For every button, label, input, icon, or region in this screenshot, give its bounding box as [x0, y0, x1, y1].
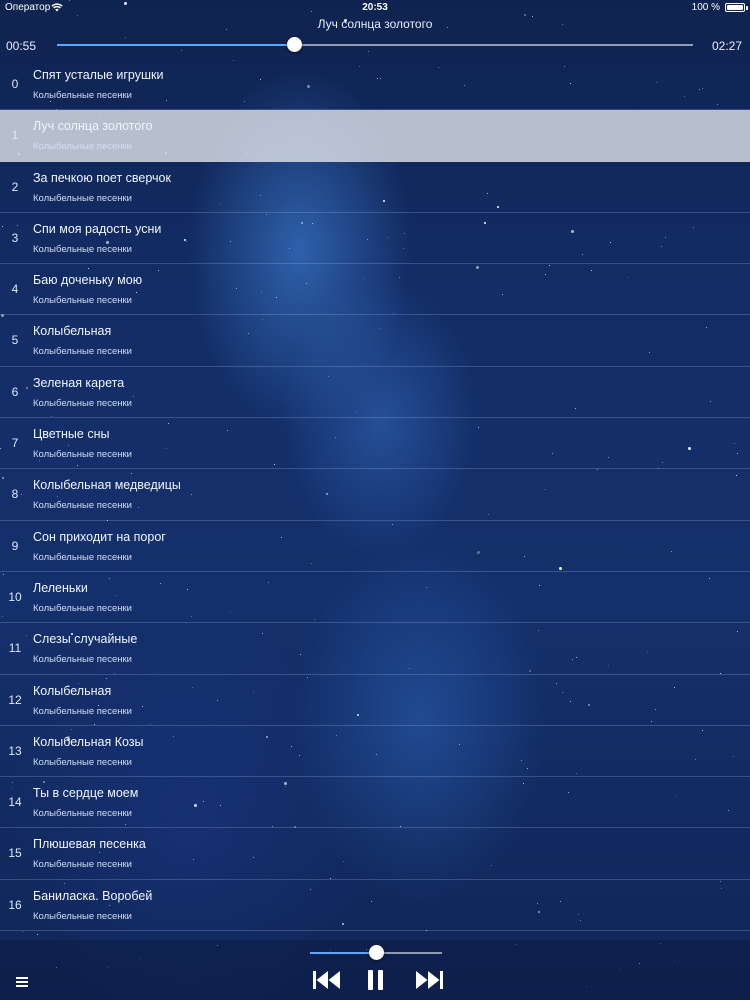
track-subtitle: Колыбельные песенки — [33, 243, 132, 255]
volume-slider[interactable] — [310, 945, 442, 960]
track-index: 14 — [8, 795, 22, 810]
track-index: 10 — [8, 589, 22, 604]
track-row[interactable]: 2 За печкою поет сверчок Колыбельные песен… — [0, 162, 750, 213]
track-subtitle: Колыбельные песенки — [33, 705, 132, 717]
track-title: Колыбельная — [33, 683, 112, 698]
track-title: Спят усталые игрушки — [33, 68, 164, 82]
volume-level — [310, 952, 376, 954]
track-subtitle: Колыбельные песенки — [33, 859, 132, 871]
track-subtitle: Колыбельные песенки — [33, 551, 132, 563]
track-subtitle: Колыбельные песенки — [33, 295, 132, 307]
track-title: Спи моя радость усни — [33, 221, 162, 236]
seek-slider[interactable] — [57, 37, 693, 52]
track-index: 4 — [11, 282, 19, 297]
track-row[interactable]: 6 Зеленая карета Колыбельные песенки — [0, 367, 750, 419]
track-index: 7 — [11, 436, 19, 451]
track-index: 9 — [11, 538, 19, 553]
battery-percent: 100 % — [691, 2, 720, 13]
track-index: 2 — [11, 179, 19, 194]
track-row[interactable]: 8 Колыбельная медведицы Колыбельные песенк… — [0, 469, 750, 521]
track-title: Цветные сны — [33, 427, 110, 442]
status-time: 20:53 — [362, 2, 388, 13]
track-title: За печкою поет сверчок — [33, 170, 171, 185]
track-row[interactable]: 13 Колыбельная Козы Колыбельные песенки — [0, 726, 750, 778]
track-row-active[interactable]: 1 Луч солнца золотого Колыбельные песенки — [0, 110, 750, 162]
track-index: 11 — [8, 641, 22, 656]
track-row[interactable]: 11 Слезы случайные Колыбельные песенки — [0, 623, 750, 675]
track-title: Луч солнца золотого — [33, 119, 153, 134]
track-subtitle: Колыбельные песенки — [33, 500, 132, 512]
track-title: Леленьки — [33, 580, 88, 595]
track-index: 5 — [11, 333, 19, 348]
track-subtitle: Колыбельные песенки — [33, 602, 132, 614]
track-row[interactable]: 5 Колыбельная Колыбельные песенки — [0, 315, 750, 367]
track-index: 13 — [8, 743, 22, 758]
track-title: Колыбельная Козы — [33, 734, 144, 749]
track-title: Плюшевая песенка — [33, 837, 146, 852]
track-row[interactable]: 0 Спят усталые игрушки Колыбельные песенки — [0, 59, 750, 111]
track-row[interactable]: 12 Колыбельная Колыбельные песенки — [0, 675, 750, 726]
track-row[interactable]: 16 Баниласка. Воробей Колыбельные песенки — [0, 880, 750, 932]
track-title: Баниласка. Воробей — [33, 888, 153, 903]
track-subtitle: Колыбельные песенки — [33, 346, 132, 358]
track-subtitle: Колыбельные песенки — [33, 654, 132, 666]
track-title: Баю доченьку мою — [33, 273, 143, 288]
track-row[interactable]: 10 Леленьки Колыбельные песенки — [0, 572, 750, 624]
hamburger-icon[interactable] — [16, 977, 28, 987]
track-subtitle: Колыбельные песенки — [33, 90, 132, 101]
track-index: 8 — [11, 487, 19, 502]
track-row[interactable]: 3 Спи моя радость усни Колыбельные песенки — [0, 213, 750, 265]
seek-thumb[interactable] — [287, 37, 303, 52]
playback-controls — [0, 940, 750, 1000]
track-title: Колыбельная медведицы — [33, 478, 181, 493]
battery-icon — [725, 3, 745, 12]
track-index: 1 — [11, 128, 19, 143]
track-title: Зеленая карета — [33, 375, 125, 390]
total-time: 02:27 — [711, 39, 742, 53]
track-subtitle: Колыбельные песенки — [33, 910, 132, 922]
track-row[interactable]: 14 Ты в сердце моем Колыбельные песенки — [0, 777, 750, 829]
track-title: Ты в сердце моем — [33, 786, 139, 801]
track-subtitle: Колыбельные песенки — [33, 397, 132, 409]
track-title: Слезы случайные — [33, 632, 138, 647]
battery-tip — [746, 6, 748, 10]
track-subtitle: Колыбельные песенки — [33, 192, 132, 204]
track-index: 6 — [11, 384, 19, 399]
track-row[interactable]: 7 Цветные сны Колыбельные песенки — [0, 418, 750, 470]
track-row[interactable]: 4 Баю доченьку мою Колыбельные песенки — [0, 264, 750, 316]
volume-thumb[interactable] — [368, 945, 384, 960]
track-subtitle: Колыбельные песенки — [33, 756, 132, 768]
track-subtitle: Колыбельные песенки — [33, 449, 132, 461]
track-index: 15 — [8, 846, 22, 861]
track-subtitle: Колыбельные песенки — [33, 808, 132, 820]
track-row[interactable]: 15 Плюшевая песенка Колыбельные песенки — [0, 828, 750, 880]
track-list: 0 Спят усталые игрушки Колыбельные песенки… — [0, 59, 750, 932]
track-index: 16 — [8, 897, 22, 912]
track-subtitle: Колыбельные песенки — [33, 141, 132, 153]
track-index: 12 — [8, 692, 22, 707]
track-index: 0 — [11, 77, 19, 91]
track-row[interactable]: 9 Сон приходит на порог Колыбельные песенк… — [0, 521, 750, 572]
track-index: 3 — [11, 230, 19, 245]
status-bar: Оператор 20:53 100 % — [0, 0, 750, 16]
track-title: Колыбельная — [33, 324, 112, 339]
skip-next-icon[interactable] — [415, 970, 443, 990]
skip-previous-icon[interactable] — [313, 970, 341, 990]
elapsed-time: 00:55 — [6, 39, 37, 53]
now-playing-title: Луч солнца золотого — [317, 17, 433, 31]
seek-progress — [57, 44, 295, 46]
track-title: Сон приходит на порог — [33, 529, 166, 544]
pause-icon[interactable] — [366, 969, 386, 991]
